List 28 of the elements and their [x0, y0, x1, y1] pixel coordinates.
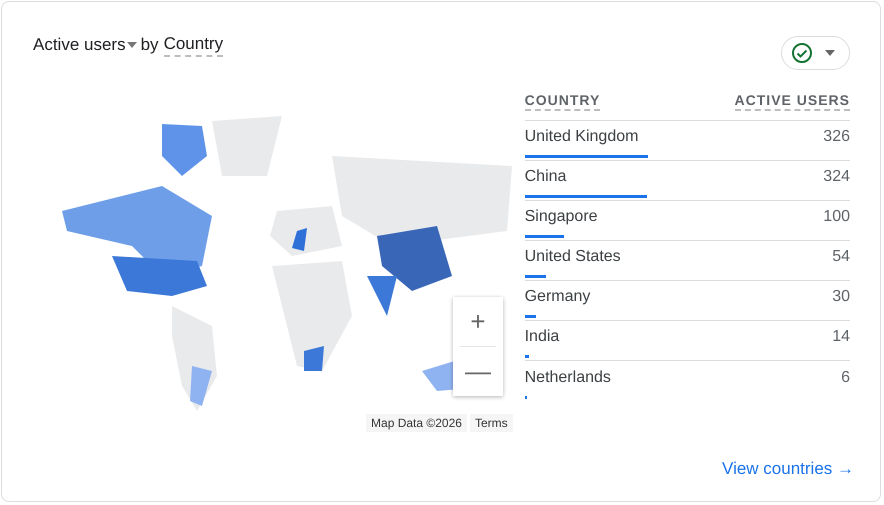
country-cell: United States	[524, 248, 621, 266]
dimension-selector[interactable]: Country	[164, 34, 224, 56]
zoom-in-button[interactable]: +	[453, 297, 503, 346]
view-countries-link[interactable]: View countries →	[722, 459, 854, 478]
users-cell: 326	[823, 128, 850, 146]
users-cell: 14	[832, 328, 850, 346]
map-attribution: Map Data ©2026	[366, 414, 467, 432]
users-cell: 30	[832, 288, 850, 306]
users-cell: 6	[841, 369, 850, 387]
metric-selector[interactable]: Active users	[33, 35, 126, 55]
status-button[interactable]	[781, 36, 850, 70]
country-cell: China	[524, 168, 566, 186]
users-cell: 324	[823, 168, 850, 186]
terms-link[interactable]: Terms	[470, 414, 513, 432]
caret-icon[interactable]	[126, 42, 137, 48]
users-cell: 100	[823, 208, 850, 226]
zoom-out-button[interactable]: —	[453, 347, 503, 396]
caret-icon	[825, 50, 835, 56]
title-text: by	[140, 35, 159, 55]
country-cell: Germany	[524, 288, 590, 306]
column-header[interactable]: ACTIVE USERS	[734, 92, 850, 111]
country-cell: India	[524, 328, 560, 346]
users-cell: 54	[832, 248, 850, 266]
bar-fill	[524, 396, 527, 399]
country-cell: Netherlands	[524, 369, 611, 387]
country-cell: Singapore	[524, 208, 598, 226]
country-cell: United Kingdom	[524, 128, 638, 146]
column-header[interactable]: COUNTRY	[524, 92, 600, 111]
